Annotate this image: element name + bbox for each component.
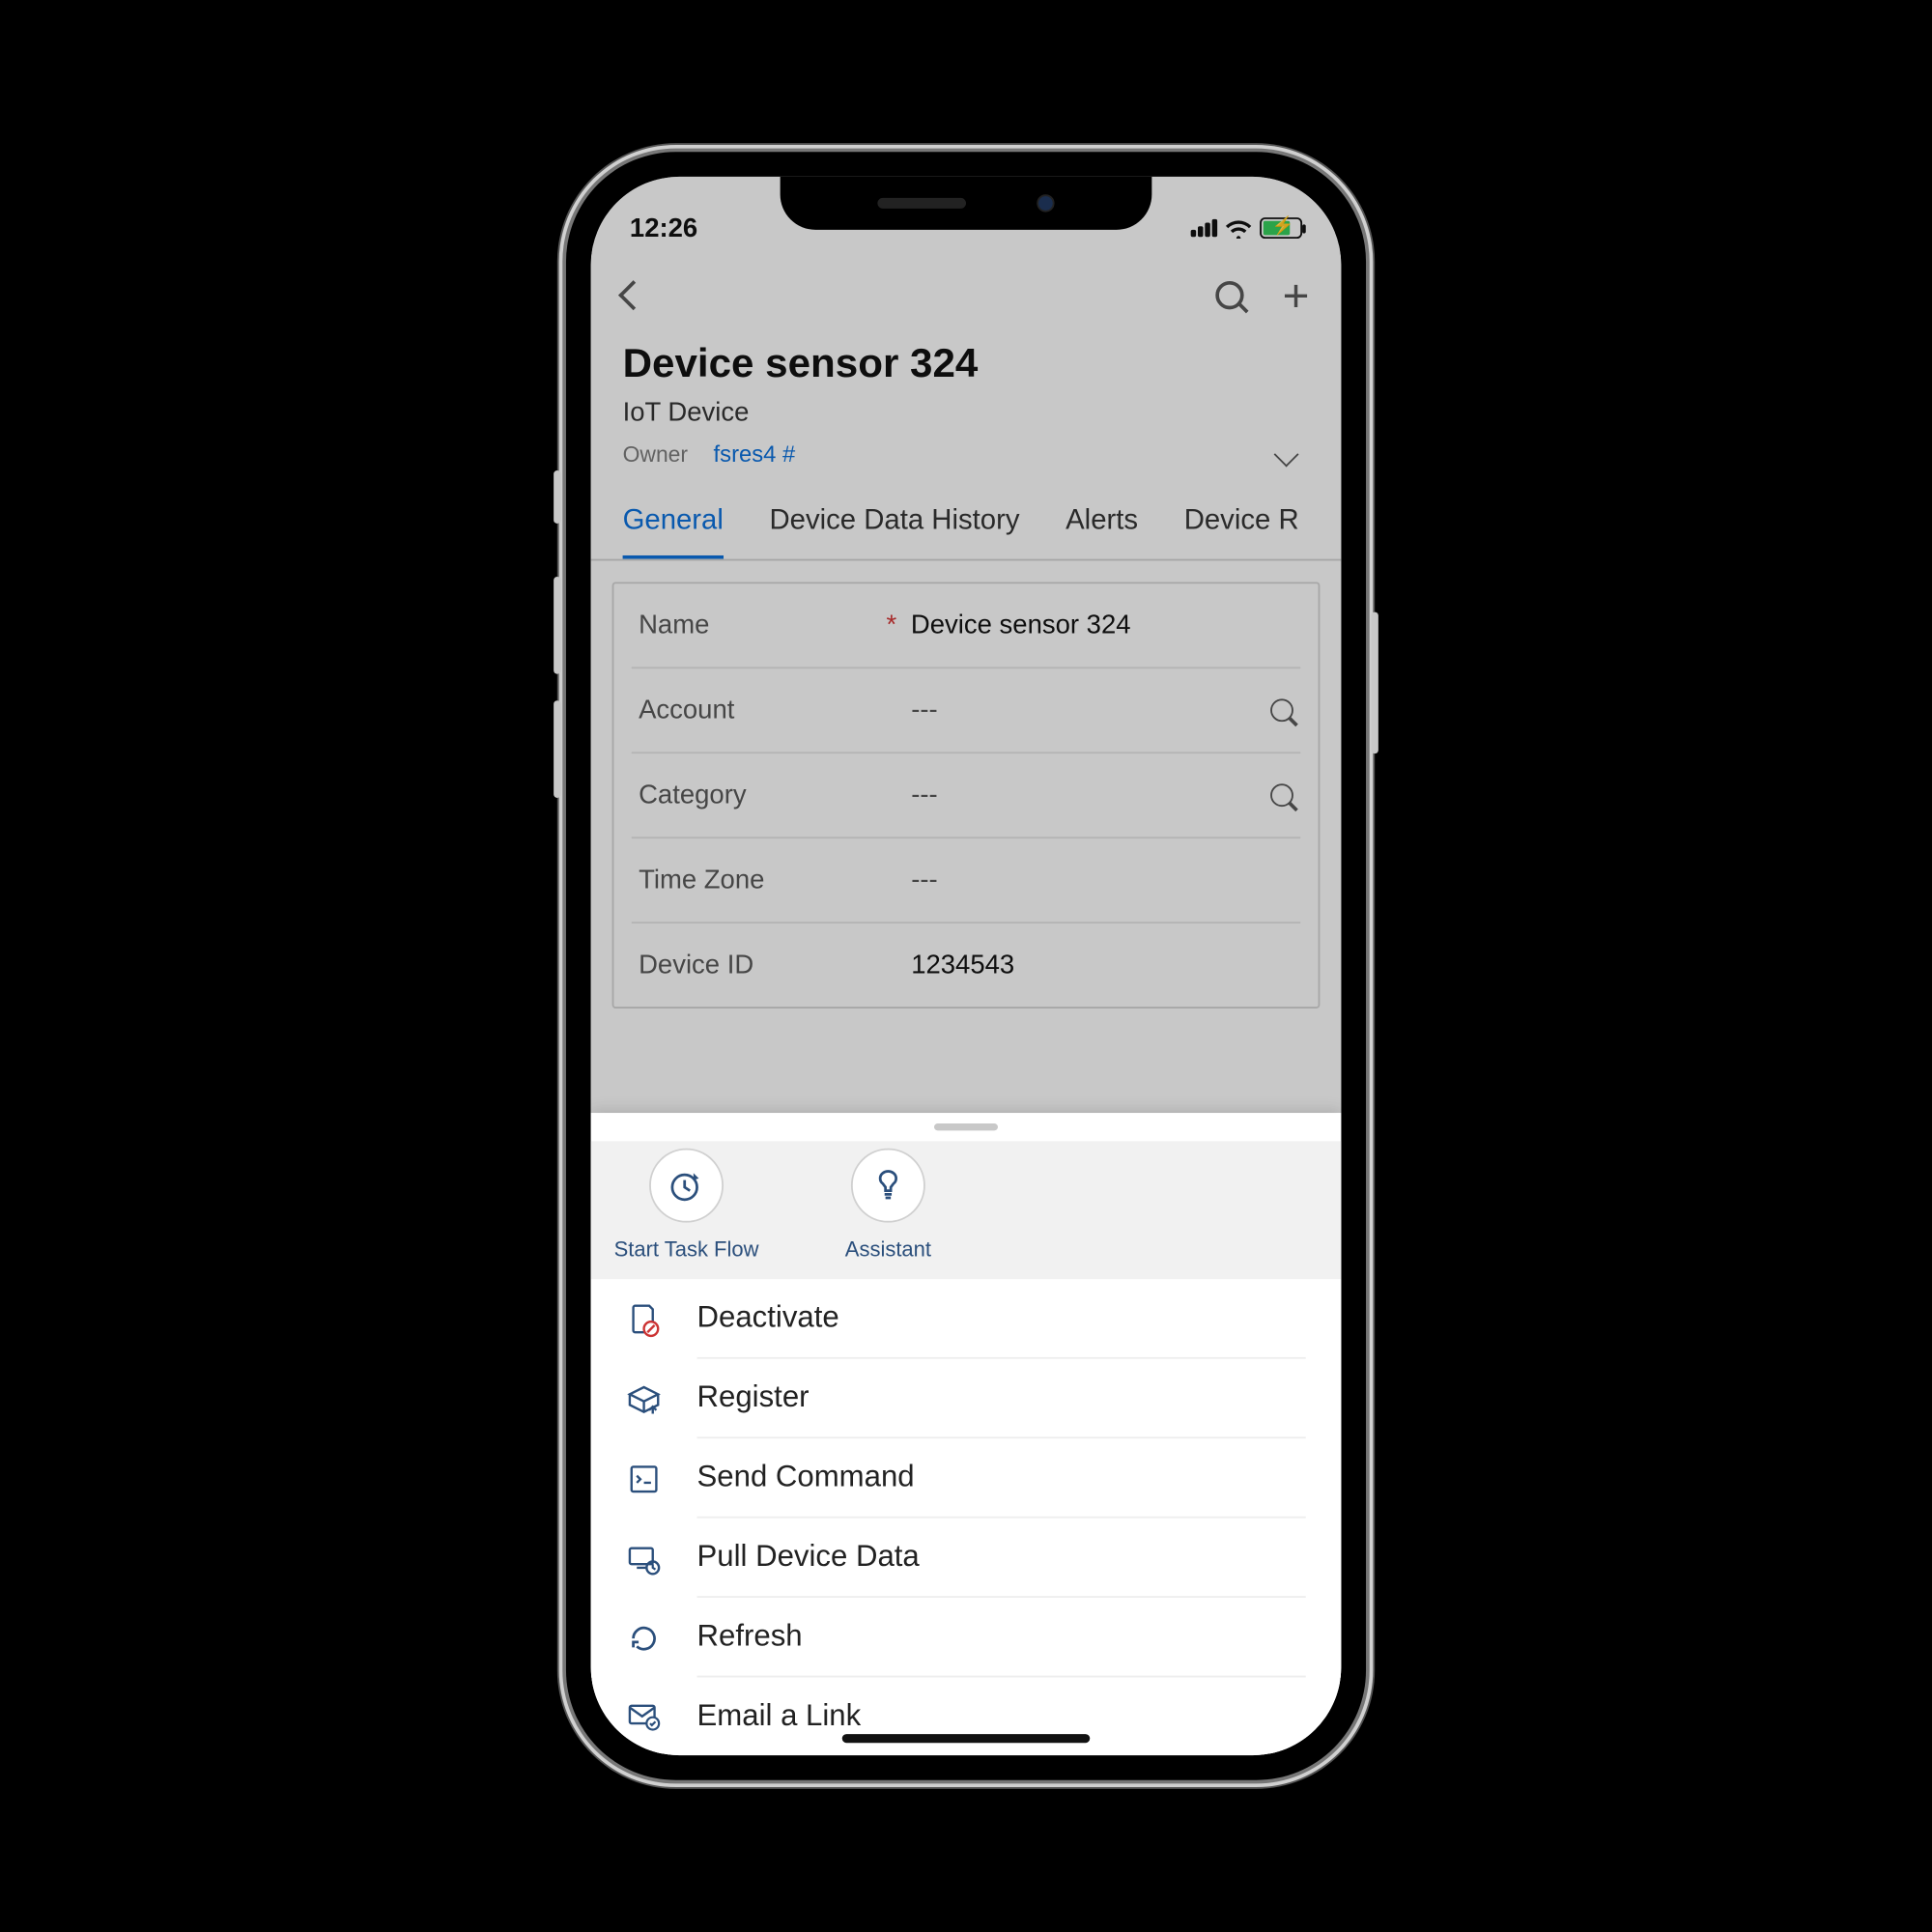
menu-item-pull-device-data[interactable]: Pull Device Data (591, 1519, 1342, 1598)
menu-item-send-command[interactable]: Send Command (591, 1438, 1342, 1518)
menu-item-label: Pull Device Data (697, 1540, 1306, 1598)
form-row[interactable]: Time Zone --- (632, 837, 1300, 922)
nav-bar: + (591, 255, 1342, 336)
status-time: 12:26 (630, 213, 697, 242)
menu-item-label: Register (697, 1380, 1306, 1438)
form-row[interactable]: Account --- (632, 667, 1300, 752)
search-icon[interactable] (1215, 281, 1243, 309)
tab-alerts[interactable]: Alerts (1065, 506, 1138, 559)
add-icon[interactable]: + (1283, 272, 1310, 319)
sheet-top-label: Start Task Flow (612, 1236, 761, 1262)
phone-side-button (554, 470, 560, 524)
deactivate-icon (626, 1301, 662, 1337)
home-indicator[interactable] (842, 1734, 1090, 1743)
task-flow-icon (649, 1149, 724, 1223)
tab-general[interactable]: General (623, 506, 724, 559)
register-icon (626, 1381, 662, 1417)
screen: 12:26 ⚡ + Device sensor 324 IoT Devi (591, 177, 1342, 1755)
sheet-top-start-task-flow[interactable]: Start Task Flow (612, 1149, 761, 1262)
action-sheet[interactable]: Start Task Flow Assistant Deactivate Regis… (591, 1113, 1342, 1755)
field-value[interactable]: Device sensor 324 (911, 611, 1293, 640)
menu-item-deactivate[interactable]: Deactivate (591, 1279, 1342, 1358)
field-label: Name (639, 611, 886, 640)
form-row[interactable]: Device ID 1234543 (632, 922, 1300, 1007)
owner-value[interactable]: fsres4 # (714, 440, 796, 467)
field-value[interactable]: --- (911, 696, 1270, 725)
refresh-icon (626, 1620, 662, 1656)
lookup-icon[interactable] (1270, 783, 1293, 807)
back-button[interactable] (618, 280, 648, 310)
form-row[interactable]: Name* Device sensor 324 (613, 583, 1318, 667)
field-label: Device ID (639, 951, 886, 980)
field-label: Category (639, 781, 886, 810)
lookup-icon[interactable] (1270, 698, 1293, 722)
menu-item-label: Refresh (697, 1619, 1306, 1677)
sheet-grabber[interactable] (934, 1123, 998, 1130)
field-label: Time Zone (639, 866, 886, 895)
phone-frame: 12:26 ⚡ + Device sensor 324 IoT Devi (566, 152, 1366, 1779)
required-indicator: * (887, 611, 897, 640)
field-value[interactable]: --- (911, 866, 1293, 895)
tabs: General Device Data History Alerts Device R (591, 488, 1342, 560)
menu-item-label: Email a Link (697, 1698, 1306, 1755)
pull-icon (626, 1540, 662, 1576)
phone-side-button (554, 577, 560, 674)
chevron-down-icon[interactable] (1274, 442, 1299, 468)
wifi-icon (1224, 217, 1252, 239)
form-row[interactable]: Category --- (632, 752, 1300, 837)
menu-item-refresh[interactable]: Refresh (591, 1598, 1342, 1677)
menu-item-label: Send Command (697, 1460, 1306, 1518)
form-card: Name*Device sensor 324Account---Category… (612, 582, 1321, 1009)
signal-icon (1191, 219, 1217, 237)
email-icon (626, 1698, 662, 1734)
menu-item-label: Deactivate (697, 1300, 1306, 1358)
notch (781, 177, 1152, 230)
sheet-top-label: Assistant (813, 1236, 962, 1262)
tab-device-r[interactable]: Device R (1184, 506, 1299, 559)
command-icon (626, 1461, 662, 1496)
field-value[interactable]: --- (911, 781, 1270, 810)
field-value[interactable]: 1234543 (911, 951, 1293, 980)
menu-item-register[interactable]: Register (591, 1359, 1342, 1438)
tab-device-data-history[interactable]: Device Data History (770, 506, 1020, 559)
menu-item-email-a-link[interactable]: Email a Link (591, 1677, 1342, 1755)
page-title: Device sensor 324 (623, 339, 1310, 386)
battery-icon: ⚡ (1260, 217, 1302, 239)
phone-side-button (554, 700, 560, 798)
sheet-top-assistant[interactable]: Assistant (813, 1149, 962, 1262)
phone-side-button (1372, 612, 1378, 754)
field-label: Account (639, 696, 886, 725)
owner-label: Owner (623, 442, 688, 468)
assistant-icon (851, 1149, 925, 1223)
page-subtitle: IoT Device (623, 398, 1310, 428)
